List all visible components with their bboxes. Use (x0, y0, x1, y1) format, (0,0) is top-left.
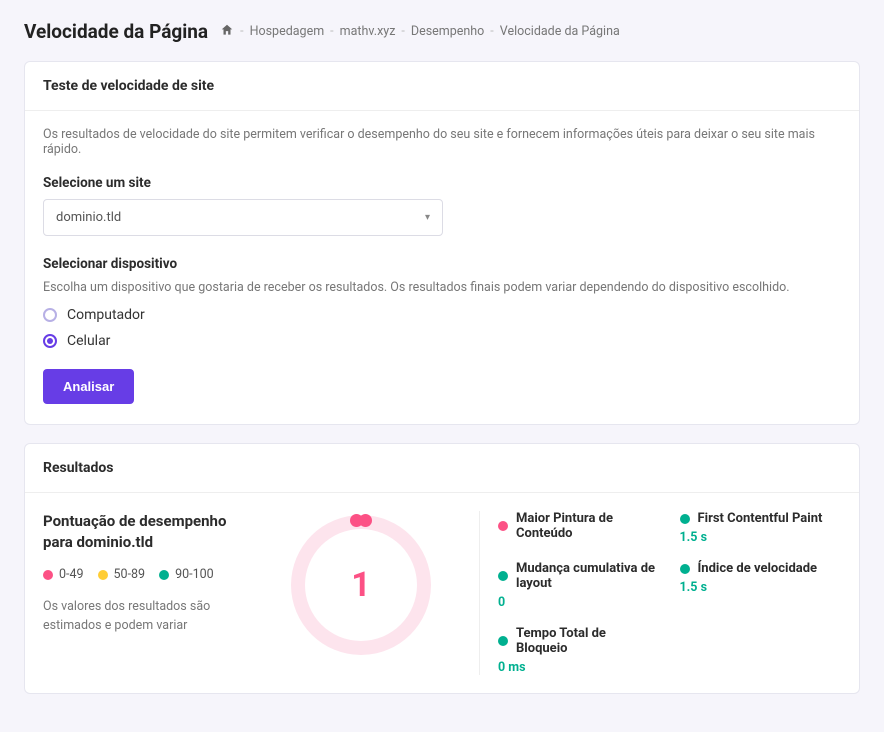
device-select-hint: Escolha um dispositivo que gostaria de r… (43, 280, 841, 295)
legend-dot-red (43, 570, 53, 580)
analyze-button[interactable]: Analisar (43, 369, 134, 404)
card-title: Teste de velocidade de site (25, 62, 859, 111)
breadcrumb: - Hospedagem - mathv.xyz - Desempenho - … (220, 23, 620, 41)
metric-item: Maior Pintura de Conteúdo (498, 511, 660, 545)
site-select-label: Selecione um site (43, 175, 841, 191)
breadcrumb-separator: - (330, 24, 333, 39)
breadcrumb-item-performance[interactable]: Desempenho (411, 24, 484, 39)
site-select[interactable]: dominio.tld ▾ (43, 199, 443, 236)
radio-computer[interactable]: Computador (43, 307, 841, 323)
metric-value: 1.5 s (680, 580, 842, 595)
legend-dot-green (159, 570, 169, 580)
radio-label-computer: Computador (67, 307, 145, 323)
metric-item: First Contentful Paint 1.5 s (680, 511, 842, 545)
metric-dot-icon (680, 564, 690, 574)
metric-name: Tempo Total de Bloqueio (516, 626, 660, 656)
legend-mid: 50-89 (98, 567, 146, 582)
device-select-label: Selecionar dispositivo (43, 256, 841, 272)
gauge-knob-icon (350, 514, 372, 527)
score-legend: 0-49 50-89 90-100 (43, 567, 243, 582)
score-gauge: 1 (291, 515, 431, 655)
breadcrumb-separator: - (240, 24, 243, 39)
results-card: Resultados Pontuação de desempenho para … (24, 443, 860, 694)
score-value: 1 (351, 565, 371, 605)
metric-dot-icon (498, 521, 508, 531)
metric-dot-icon (680, 514, 690, 524)
breadcrumb-item-domain[interactable]: mathv.xyz (340, 24, 396, 39)
metric-item: Índice de velocidade 1.5 s (680, 561, 842, 610)
score-heading: Pontuação de desempenho para dominio.tld (43, 511, 243, 553)
speed-test-card: Teste de velocidade de site Os resultado… (24, 61, 860, 425)
breadcrumb-separator: - (401, 24, 404, 39)
breadcrumb-separator: - (490, 24, 493, 39)
metric-value: 1.5 s (680, 530, 842, 545)
breadcrumb-item-current: Velocidade da Página (500, 24, 620, 39)
radio-label-mobile: Celular (67, 333, 110, 349)
page-title: Velocidade da Página (24, 20, 208, 43)
breadcrumb-item-hosting[interactable]: Hospedagem (250, 24, 325, 39)
metric-name: First Contentful Paint (698, 511, 823, 526)
metrics-grid: Maior Pintura de Conteúdo First Contentfu… (479, 511, 841, 675)
metric-name: Maior Pintura de Conteúdo (516, 511, 660, 541)
radio-icon (43, 308, 57, 322)
site-select-value: dominio.tld (56, 210, 121, 225)
results-title: Resultados (25, 444, 859, 493)
chevron-down-icon: ▾ (425, 212, 430, 223)
legend-good: 90-100 (159, 567, 214, 582)
home-icon[interactable] (220, 23, 234, 41)
metric-name: Mudança cumulativa de layout (516, 561, 660, 591)
legend-bad: 0-49 (43, 567, 84, 582)
radio-mobile[interactable]: Celular (43, 333, 841, 349)
metric-item: Mudança cumulativa de layout 0 (498, 561, 660, 610)
metric-value: 0 ms (498, 660, 660, 675)
results-footnote: Os valores dos resultados são estimados … (43, 598, 243, 636)
legend-dot-amber (98, 570, 108, 580)
metric-item: Tempo Total de Bloqueio 0 ms (498, 626, 660, 675)
metric-dot-icon (498, 636, 508, 646)
radio-icon (43, 334, 57, 348)
intro-text: Os resultados de velocidade do site perm… (43, 127, 841, 157)
metric-value: 0 (498, 595, 660, 610)
metric-dot-icon (498, 571, 508, 581)
metric-name: Índice de velocidade (698, 561, 818, 576)
